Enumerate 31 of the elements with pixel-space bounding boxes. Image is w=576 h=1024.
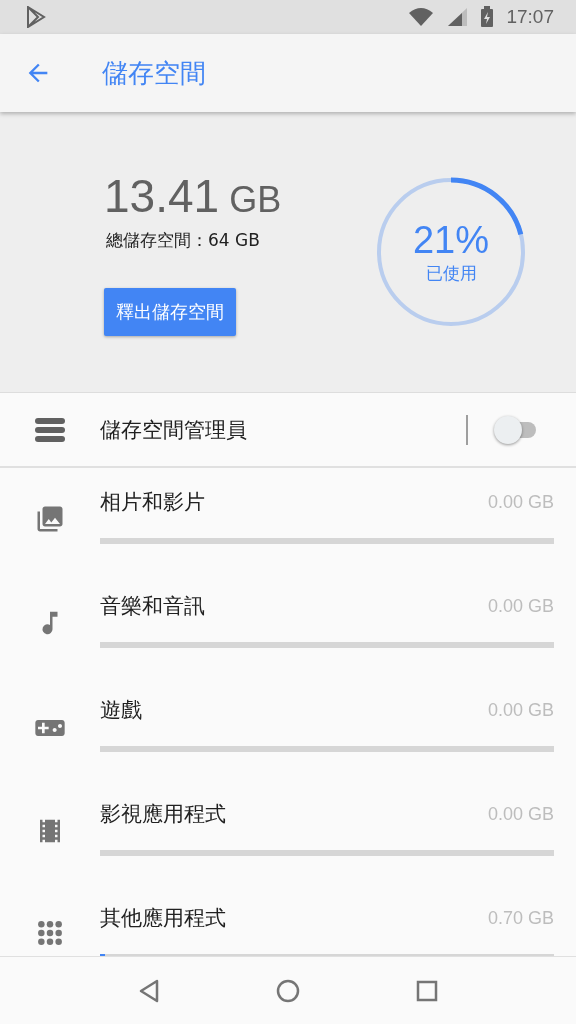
category-label: 音樂和音訊	[100, 593, 205, 620]
used-label: 已使用	[425, 262, 477, 285]
category-item[interactable]: 影視應用程式 0.00 GB	[0, 780, 576, 884]
free-up-button[interactable]: 釋出儲存空間	[104, 287, 236, 336]
category-label: 影視應用程式	[100, 801, 226, 828]
category-item[interactable]: 相片和影片 0.00 GB	[0, 468, 576, 572]
category-item[interactable]: 音樂和音訊 0.00 GB	[0, 572, 576, 676]
category-label: 其他應用程式	[100, 905, 226, 932]
used-unit: GB	[229, 178, 282, 221]
category-size: 0.00 GB	[487, 595, 554, 617]
category-size: 0.00 GB	[487, 491, 554, 513]
signal-icon	[446, 7, 469, 27]
used-percent: 21%	[412, 219, 490, 262]
storage-list-icon	[35, 417, 65, 442]
photos-icon	[35, 504, 65, 534]
category-label: 相片和影片	[100, 489, 205, 516]
page-title: 儲存空間	[102, 56, 206, 90]
dots-grid-icon	[37, 920, 63, 946]
clock-time: 17:07	[506, 6, 554, 28]
used-amount: 13.41	[104, 168, 220, 223]
play-store-icon	[26, 6, 46, 28]
battery-icon	[480, 6, 495, 28]
wifi-icon	[408, 7, 435, 27]
total-storage: 總儲存空間：64 GB	[106, 228, 261, 252]
category-size: 0.70 GB	[487, 907, 554, 929]
category-size: 0.00 GB	[487, 803, 554, 825]
category-item[interactable]: 遊戲 0.00 GB	[0, 676, 576, 780]
storage-manager-label: 儲存空間管理員	[100, 416, 248, 444]
category-size: 0.00 GB	[487, 699, 554, 721]
category-item[interactable]: 其他應用程式 0.70 GB	[0, 884, 576, 956]
category-label: 遊戲	[100, 697, 142, 724]
